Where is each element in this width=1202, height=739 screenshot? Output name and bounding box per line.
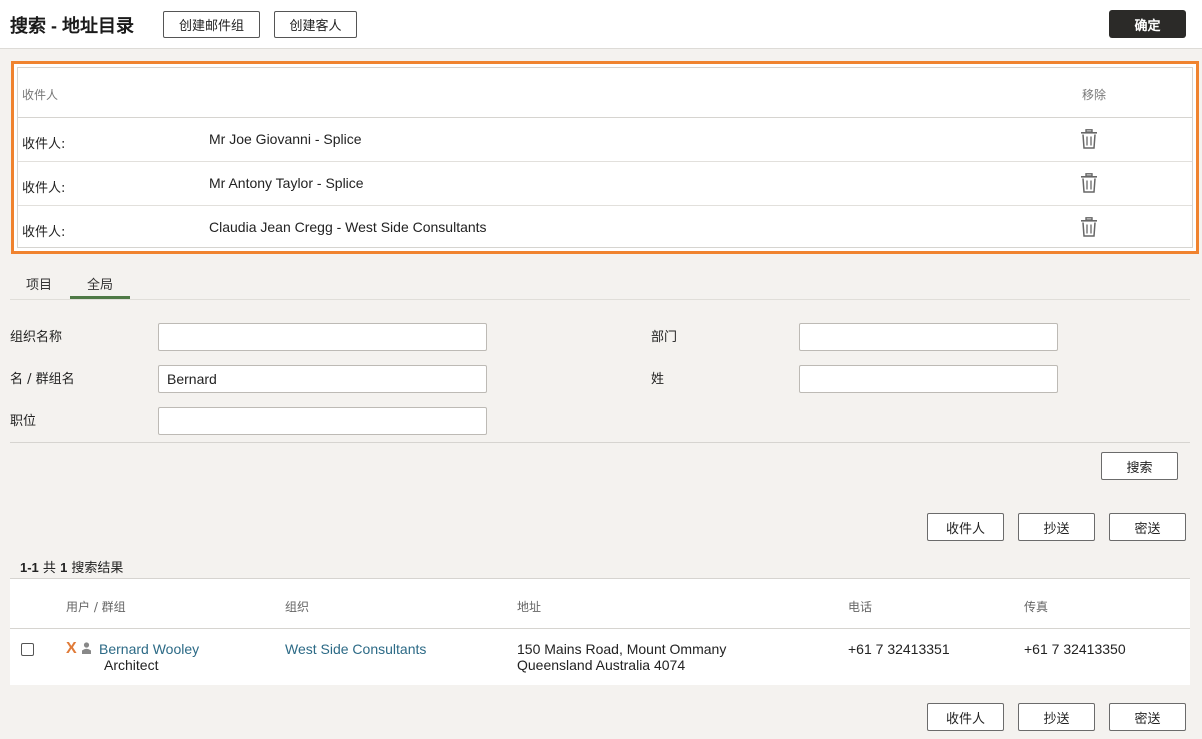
- recipient-label: 收件人:: [22, 137, 66, 152]
- create-group-button[interactable]: 创建邮件组: [163, 11, 260, 38]
- address-line-1: 150 Mains Road, Mount Ommany: [517, 641, 727, 657]
- position-input[interactable]: [158, 407, 487, 435]
- recipients-table: 收件人 移除 收件人: Mr Joe Giovanni - Splice 收件人…: [17, 67, 1193, 248]
- phone-value: +61 7 32413351: [848, 641, 950, 657]
- position-label: 职位: [10, 414, 37, 429]
- recipient-label: 收件人:: [22, 181, 66, 196]
- org-name-label: 组织名称: [10, 330, 63, 345]
- form-divider: [10, 442, 1190, 443]
- recipients-highlight: 收件人 移除 收件人: Mr Joe Giovanni - Splice 收件人…: [11, 61, 1199, 254]
- department-label: 部门: [651, 330, 678, 345]
- recipient-name: Claudia Jean Cregg - West Side Consultan…: [209, 219, 487, 235]
- person-icon: [82, 642, 91, 654]
- recipient-name: Mr Antony Taylor - Splice: [209, 175, 364, 191]
- col-phone: 电话: [848, 600, 873, 614]
- add-to-button[interactable]: 收件人: [927, 513, 1004, 541]
- scope-tabs: 项目 全局: [10, 266, 1190, 300]
- col-org: 组织: [285, 600, 310, 614]
- recipient-row: 收件人: Mr Joe Giovanni - Splice: [18, 118, 1192, 162]
- recipients-header: 收件人 移除: [18, 68, 1192, 118]
- contact-name-link[interactable]: Bernard Wooley: [99, 641, 199, 657]
- recipient-name: Mr Joe Giovanni - Splice: [209, 131, 362, 147]
- recipients-col-remove: 移除: [1082, 88, 1107, 102]
- add-bcc-button-bottom[interactable]: 密送: [1109, 703, 1186, 731]
- tab-global[interactable]: 全局: [87, 274, 113, 293]
- results-table: 用户 / 群组 组织 地址 电话 传真 X Bernard Wooley Arc…: [10, 578, 1190, 685]
- x-brand-icon: X: [66, 640, 77, 657]
- create-guest-button[interactable]: 创建客人: [274, 11, 357, 38]
- address-line-2: Queensland Australia 4074: [517, 657, 686, 673]
- page-title: 搜索 - 地址目录: [10, 16, 134, 36]
- recipients-col-recipient: 收件人: [22, 88, 59, 102]
- results-header-divider: [10, 628, 1190, 629]
- trash-icon[interactable]: [1080, 129, 1098, 149]
- tab-project[interactable]: 项目: [26, 274, 52, 293]
- search-button[interactable]: 搜索: [1101, 452, 1178, 480]
- add-bcc-button[interactable]: 密送: [1109, 513, 1186, 541]
- add-cc-button-bottom[interactable]: 抄送: [1018, 703, 1095, 731]
- fax-value: +61 7 32413350: [1024, 641, 1126, 657]
- confirm-button[interactable]: 确定: [1109, 10, 1186, 38]
- tab-active-indicator: [70, 296, 130, 299]
- col-address: 地址: [517, 600, 542, 614]
- contact-title: Architect: [104, 657, 159, 673]
- first-name-label: 名 / 群组名: [10, 372, 75, 387]
- last-name-label: 姓: [651, 372, 665, 387]
- header-bar: 搜索 - 地址目录 创建邮件组 创建客人 确定: [0, 0, 1202, 49]
- row-checkbox[interactable]: [21, 643, 34, 656]
- recipient-label: 收件人:: [22, 225, 66, 240]
- result-count: 1-1 共 1 搜索结果: [20, 560, 124, 576]
- col-user: 用户 / 群组: [66, 600, 126, 614]
- organization-link[interactable]: West Side Consultants: [285, 641, 426, 657]
- last-name-input[interactable]: [799, 365, 1058, 393]
- org-name-input[interactable]: [158, 323, 487, 351]
- recipient-row: 收件人: Mr Antony Taylor - Splice: [18, 162, 1192, 206]
- add-cc-button[interactable]: 抄送: [1018, 513, 1095, 541]
- add-to-button-bottom[interactable]: 收件人: [927, 703, 1004, 731]
- first-name-input[interactable]: [158, 365, 487, 393]
- trash-icon[interactable]: [1080, 217, 1098, 237]
- recipient-row: 收件人: Claudia Jean Cregg - West Side Cons…: [18, 206, 1192, 250]
- department-input[interactable]: [799, 323, 1058, 351]
- col-fax: 传真: [1024, 600, 1049, 614]
- trash-icon[interactable]: [1080, 173, 1098, 193]
